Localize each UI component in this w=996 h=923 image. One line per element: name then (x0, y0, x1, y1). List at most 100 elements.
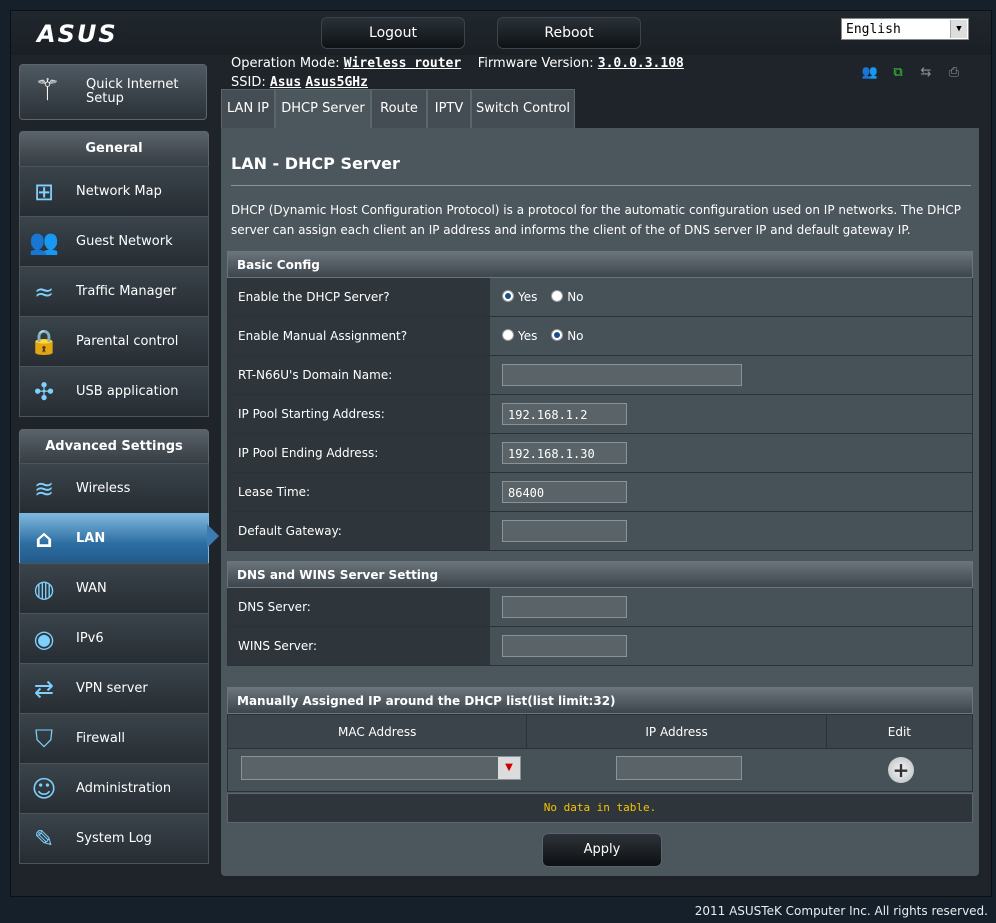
manual-list-header: Manually Assigned IP around the DHCP lis… (227, 687, 973, 714)
asus-logo: ASUS (37, 20, 118, 48)
guest-network-icon: 👥 (29, 228, 59, 256)
traffic-manager-icon: ≈ (33, 278, 55, 306)
usb-icon[interactable]: ⇆ (917, 65, 935, 81)
pool-end-input[interactable]: 192.168.1.30 (502, 442, 627, 464)
empty-table-message: No data in table. (227, 793, 973, 823)
reboot-button[interactable]: Reboot (497, 17, 641, 49)
add-icon[interactable]: + (888, 757, 914, 783)
tab-switch-control[interactable]: Switch Control (471, 89, 575, 128)
tab-lan-ip[interactable]: LAN IP (221, 89, 275, 128)
dns-wins-header: DNS and WINS Server Setting (227, 561, 973, 588)
network-icon[interactable]: ⧉ (889, 65, 907, 81)
quick-internet-setup-button[interactable]: ⚚ Quick Internet Setup (19, 64, 207, 120)
ssid-link-1[interactable]: Asus (270, 75, 301, 90)
wifi-icon: ≋ (33, 475, 55, 503)
sidebar-item-system-log[interactable]: ✎ System Log (19, 813, 209, 864)
quick-setup-label: Quick Internet Setup (86, 77, 179, 106)
ssid-label: SSID: (231, 75, 266, 90)
domain-name-row: RT-N66U's Domain Name: (227, 356, 973, 395)
puzzle-icon: ✣ (33, 378, 55, 406)
wins-server-input[interactable] (502, 635, 627, 657)
lease-time-row: Lease Time: 86400 (227, 473, 973, 512)
sidebar-item-wan[interactable]: ◍ WAN (19, 563, 209, 614)
enable-manual-radios: Yes No (502, 317, 584, 355)
edit-column-header: Edit (887, 725, 912, 739)
basic-config-header: Basic Config (227, 251, 973, 278)
default-gateway-row: Default Gateway: (227, 512, 973, 551)
log-icon: ✎ (33, 825, 55, 853)
network-map-icon: ⊞ (33, 178, 55, 206)
tab-dhcp-server[interactable]: DHCP Server (275, 89, 371, 130)
dns-server-label: DNS Server: (228, 588, 490, 626)
tab-route[interactable]: Route (371, 89, 427, 128)
home-icon: ⌂ (35, 525, 53, 553)
enable-dhcp-yes-radio[interactable] (502, 290, 514, 302)
pool-end-row: IP Pool Ending Address: 192.168.1.30 (227, 434, 973, 473)
ip-address-input[interactable] (616, 756, 742, 780)
default-gateway-label: Default Gateway: (228, 512, 490, 550)
enable-dhcp-radios: Yes No (502, 278, 584, 316)
default-gateway-input[interactable] (502, 520, 627, 542)
lease-time-input[interactable]: 86400 (502, 481, 627, 503)
wins-server-label: WINS Server: (228, 627, 490, 665)
sidebar-item-ipv6[interactable]: ◉ IPv6 (19, 613, 209, 664)
shield-icon: ⛉ (35, 725, 53, 753)
page-description: DHCP (Dynamic Host Configuration Protoco… (231, 203, 962, 237)
mac-address-select[interactable]: ▼ (241, 756, 521, 780)
sidebar-item-parental-control[interactable]: 🔒 Parental control (19, 316, 209, 367)
dns-server-input[interactable] (502, 596, 627, 618)
mac-address-column-header: MAC Address (228, 715, 528, 748)
enable-dhcp-row: Enable the DHCP Server? Yes No (227, 278, 973, 317)
pool-start-row: IP Pool Starting Address: 192.168.1.2 (227, 395, 973, 434)
top-bar: ASUS Logout Reboot English ▼ (11, 11, 991, 55)
pool-end-label: IP Pool Ending Address: (228, 434, 490, 472)
domain-name-label: RT-N66U's Domain Name: (228, 356, 490, 394)
ipv6-icon: ◉ (33, 625, 55, 653)
page-title: LAN - DHCP Server (231, 154, 400, 173)
title-divider (231, 185, 971, 186)
tab-iptv[interactable]: IPTV (427, 89, 471, 128)
printer-icon[interactable]: ⎙ (945, 65, 963, 81)
router-admin-window: ASUS Logout Reboot English ▼ Operation M… (10, 10, 992, 897)
sidebar-item-usb-application[interactable]: ✣ USB application (19, 366, 209, 417)
apply-button[interactable]: Apply (542, 833, 662, 867)
advanced-settings-header: Advanced Settings (19, 429, 209, 465)
wins-server-row: WINS Server: (227, 627, 973, 666)
enable-manual-row: Enable Manual Assignment? Yes No (227, 317, 973, 356)
chevron-down-icon: ▼ (950, 20, 967, 38)
sidebar-item-traffic-manager[interactable]: ≈ Traffic Manager (19, 266, 209, 317)
clients-icon[interactable]: 👥 (861, 65, 879, 81)
enable-dhcp-no-radio[interactable] (551, 290, 564, 302)
operation-mode-link[interactable]: Wireless router (344, 56, 461, 71)
operation-mode-label: Operation Mode: (231, 56, 340, 71)
vpn-icon: ⇄ (33, 675, 55, 703)
enable-manual-yes-radio[interactable] (502, 329, 514, 341)
sidebar-item-guest-network[interactable]: 👥 Guest Network (19, 216, 209, 267)
ssid-link-2[interactable]: Asus5GHz (305, 75, 368, 90)
language-select[interactable]: English ▼ (841, 18, 969, 40)
sidebar-item-vpn-server[interactable]: ⇄ VPN server (19, 663, 209, 714)
lock-icon: 🔒 (29, 328, 59, 356)
sidebar-item-lan[interactable]: ⌂ LAN (19, 513, 209, 564)
status-icons: 👥 ⧉ ⇆ ⎙ (861, 65, 963, 81)
magic-wand-icon: ⚚ (34, 73, 61, 108)
globe-icon: ◍ (33, 575, 55, 603)
sidebar-item-wireless[interactable]: ≋ Wireless (19, 463, 209, 514)
copyright-footer: 2011 ASUSTeK Computer Inc. All rights re… (694, 904, 988, 918)
sidebar-item-network-map[interactable]: ⊞ Network Map (19, 166, 209, 217)
enable-manual-no-radio[interactable] (551, 329, 564, 341)
pool-start-label: IP Pool Starting Address: (228, 395, 490, 433)
ip-address-column-header: IP Address (527, 715, 827, 748)
sidebar-item-firewall[interactable]: ⛉ Firewall (19, 713, 209, 764)
manual-list-input-row: ▼ + (227, 749, 973, 792)
domain-name-input[interactable] (502, 364, 742, 386)
general-header: General (19, 131, 209, 167)
sidebar-item-administration[interactable]: ☺ Administration (19, 763, 209, 814)
manual-list-table-header: MAC Address IP Address Edit (227, 714, 973, 749)
logout-button[interactable]: Logout (321, 17, 465, 49)
firmware-link[interactable]: 3.0.0.3.108 (598, 56, 684, 71)
user-icon: ☺ (31, 775, 57, 803)
active-item-pointer (207, 524, 219, 548)
enable-manual-label: Enable Manual Assignment? (228, 317, 490, 355)
pool-start-input[interactable]: 192.168.1.2 (502, 403, 627, 425)
